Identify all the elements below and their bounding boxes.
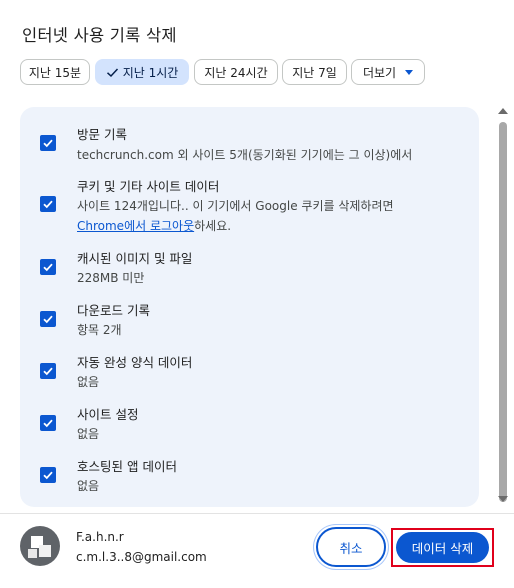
- clear-browsing-data-dialog: 인터넷 사용 기록 삭제 지난 15분 지난 1시간 지난 24시간 지난 7일…: [0, 0, 514, 588]
- scrollbar[interactable]: [499, 122, 507, 507]
- item-subtitle: 사이트 124개입니다.. 이 기기에서 Google 쿠키를 삭제하려면: [77, 199, 394, 213]
- checkmark-icon: [43, 315, 53, 324]
- item-title: 쿠키 및 기타 사이트 데이터: [77, 179, 220, 194]
- chip-label: 지난 7일: [292, 65, 337, 80]
- checkbox-history[interactable]: [40, 135, 56, 151]
- chip-last-1-hour[interactable]: 지난 1시간: [95, 59, 189, 85]
- sign-out-link[interactable]: Chrome에서 로그아웃: [77, 219, 194, 233]
- more-dropdown[interactable]: 더보기: [351, 59, 425, 85]
- item-title: 사이트 설정: [77, 407, 139, 422]
- item-title: 호스팅된 앱 데이터: [77, 459, 177, 474]
- item-subtitle: 228MB 미만: [77, 271, 145, 285]
- chip-last-15-min[interactable]: 지난 15분: [20, 59, 90, 85]
- checkbox-site-settings[interactable]: [40, 415, 56, 431]
- data-types-panel: 방문 기록 techcrunch.com 외 사이트 5개(동기화된 기기에는 …: [20, 107, 479, 507]
- item-subtitle-line2: Chrome에서 로그아웃하세요.: [77, 217, 231, 234]
- checkbox-autofill[interactable]: [40, 363, 56, 379]
- chip-label: 지난 24시간: [204, 65, 268, 80]
- check-icon: [106, 67, 118, 77]
- cancel-button[interactable]: 취소: [316, 527, 386, 567]
- chip-last-24-hours[interactable]: 지난 24시간: [194, 59, 278, 85]
- footer-divider: [0, 513, 514, 514]
- checkmark-icon: [43, 200, 53, 209]
- item-title: 캐시된 이미지 및 파일: [77, 251, 193, 266]
- item-title: 자동 완성 양식 데이터: [77, 355, 193, 370]
- checkmark-icon: [43, 263, 53, 272]
- chip-last-7-days[interactable]: 지난 7일: [282, 59, 347, 85]
- checkmark-icon: [43, 471, 53, 480]
- checkmark-icon: [43, 419, 53, 428]
- account-email: c.m.l.3..8@gmail.com: [76, 550, 207, 564]
- checkbox-hosted-app-data[interactable]: [40, 467, 56, 483]
- item-subtitle-tail: 하세요.: [194, 219, 232, 233]
- item-title: 방문 기록: [77, 127, 127, 142]
- chevron-down-icon: [405, 70, 414, 75]
- item-title: 다운로드 기록: [77, 303, 150, 318]
- chip-label: 지난 1시간: [122, 65, 179, 80]
- delete-data-button[interactable]: 데이터 삭제: [396, 532, 489, 563]
- item-subtitle: 없음: [77, 479, 100, 493]
- item-subtitle: 항목 2개: [77, 323, 122, 337]
- scroll-up-arrow-icon[interactable]: [498, 108, 508, 114]
- checkbox-cache[interactable]: [40, 259, 56, 275]
- checkbox-downloads[interactable]: [40, 311, 56, 327]
- more-label: 더보기: [362, 65, 397, 80]
- dialog-title: 인터넷 사용 기록 삭제: [22, 26, 177, 45]
- scrollbar-thumb[interactable]: [499, 122, 507, 502]
- checkmark-icon: [43, 139, 53, 148]
- item-subtitle: 없음: [77, 427, 100, 441]
- chip-label: 지난 15분: [28, 65, 82, 80]
- item-subtitle: 없음: [77, 375, 100, 389]
- avatar: [20, 526, 60, 566]
- checkbox-cookies[interactable]: [40, 196, 56, 212]
- account-name: F.a.h.n.r: [76, 530, 124, 544]
- item-subtitle: techcrunch.com 외 사이트 5개(동기화된 기기에는 그 이상)에…: [77, 148, 413, 162]
- scroll-down-arrow-icon[interactable]: [498, 496, 508, 502]
- checkmark-icon: [43, 367, 53, 376]
